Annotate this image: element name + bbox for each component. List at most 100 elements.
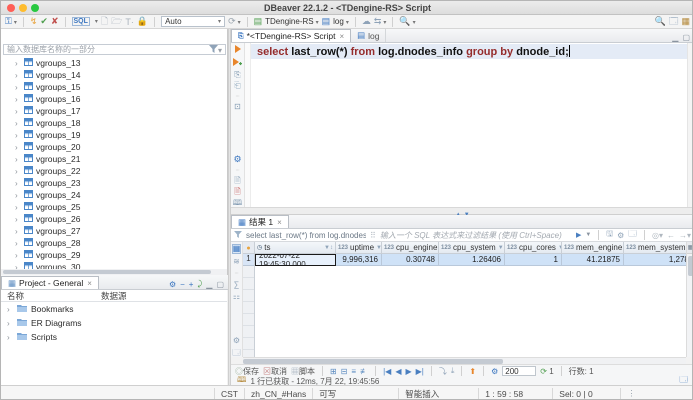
new-script-icon[interactable]: 🗋: [101, 14, 108, 30]
rollback-icon[interactable]: ✘: [51, 16, 59, 27]
lock-icon[interactable]: 🔒: [137, 16, 148, 27]
chevron-right-icon[interactable]: ›: [15, 71, 21, 80]
fetch-page-icon[interactable]: ⤵: [439, 366, 447, 377]
fetch-all-icon[interactable]: ⤓: [451, 366, 455, 376]
tree-item-vgroup[interactable]: › vgroups_22: [1, 165, 227, 177]
query-panel-icon[interactable]: ⊡: [234, 103, 241, 111]
chevron-right-icon[interactable]: ›: [15, 155, 21, 164]
column-filter-sort-icon[interactable]: ▼↕: [498, 245, 505, 251]
metadata-panel-icon[interactable]: ⚙: [233, 337, 240, 345]
close-icon[interactable]: ×: [277, 218, 282, 227]
expand-icon[interactable]: +: [189, 280, 194, 289]
chevron-right-icon[interactable]: ›: [15, 95, 21, 104]
tree-item-vgroup[interactable]: › vgroups_13: [1, 57, 227, 69]
search-icon[interactable]: 🔍▾: [399, 16, 415, 27]
sql-editor-button[interactable]: SQL: [72, 17, 90, 26]
filter-settings-icon[interactable]: ⚙: [617, 231, 624, 240]
column-header[interactable]: 123 mem_system ▼↕: [624, 242, 686, 254]
grid-cell[interactable]: 1,278.23: [624, 254, 686, 266]
save-to-file-icon[interactable]: 🗎: [234, 177, 240, 185]
forward-icon[interactable]: →▾: [679, 231, 691, 240]
value-panel-icon[interactable]: ⚏: [233, 293, 240, 301]
editor-results-sash[interactable]: ▲ ▼: [231, 207, 693, 215]
chevron-right-icon[interactable]: ›: [7, 305, 13, 314]
settings-gear-icon[interactable]: ⚙: [169, 280, 176, 289]
tree-item-vgroup[interactable]: › vgroups_27: [1, 225, 227, 237]
load-from-file-icon[interactable]: 🗎: [234, 188, 240, 196]
refresh-icon[interactable]: ⟳▾: [228, 16, 241, 27]
last-record-icon[interactable]: ▶|: [416, 367, 424, 376]
open-perspective-icon[interactable]: 🗔: [669, 14, 679, 30]
column-config-icon[interactable]: ▦: [687, 242, 693, 254]
column-header[interactable]: 123 uptime ▼↕: [336, 242, 382, 254]
grid-cell[interactable]: 1.26406: [439, 254, 505, 266]
grid-settings-gear-icon[interactable]: ⚙: [491, 367, 498, 376]
chevron-right-icon[interactable]: ›: [15, 167, 21, 176]
tab-log-db[interactable]: ▤ log: [351, 29, 386, 42]
collapse-icon[interactable]: −: [180, 280, 185, 289]
chevron-right-icon[interactable]: ›: [15, 107, 21, 116]
project-tree-item[interactable]: › Bookmarks: [1, 302, 227, 316]
chevron-right-icon[interactable]: ›: [15, 83, 21, 92]
tab-sql-script[interactable]: ⎘ *<TDengine-RS> Script×: [231, 29, 351, 42]
open-script-icon[interactable]: 🗁: [111, 14, 122, 30]
editor-vscrollbar[interactable]: [687, 43, 693, 207]
tree-item-vgroup[interactable]: › vgroups_30: [1, 261, 227, 269]
chevron-right-icon[interactable]: ›: [15, 119, 21, 128]
grid-corner-key-icon[interactable]: ●: [243, 242, 254, 254]
column-filter-sort-icon[interactable]: ▼↕: [324, 245, 333, 251]
commit-ok-icon[interactable]: ✔: [40, 16, 48, 27]
status-caret-position[interactable]: 1 : 59 : 58: [478, 388, 552, 400]
delete-row-icon[interactable]: ≡: [351, 367, 356, 376]
refresh-panel-icon[interactable]: ⤸: [197, 279, 202, 289]
duplicate-row-icon[interactable]: ⊟: [341, 367, 348, 376]
fetch-size-input[interactable]: 200: [502, 366, 536, 376]
maximize-editor-icon[interactable]: ▢: [682, 33, 690, 42]
chevron-right-icon[interactable]: ›: [15, 227, 21, 236]
back-icon[interactable]: ←: [667, 231, 675, 240]
column-header[interactable]: 123 cpu_engine ▼↕: [382, 242, 439, 254]
results-vscrollbar[interactable]: ▦: [686, 242, 693, 357]
project-tree-item[interactable]: › Scripts: [1, 330, 227, 344]
tree-item-vgroup[interactable]: › vgroups_18: [1, 117, 227, 129]
close-icon[interactable]: ×: [87, 279, 92, 288]
tree-item-vgroup[interactable]: › vgroups_26: [1, 213, 227, 225]
execute-statement-icon[interactable]: [234, 45, 242, 55]
minimize-panel-icon[interactable]: ▁: [206, 280, 212, 289]
maximize-panel-icon[interactable]: ▢: [216, 280, 224, 289]
sync-icon[interactable]: ⇆▾: [374, 16, 387, 27]
column-datasource[interactable]: 数据源: [101, 290, 127, 302]
close-icon[interactable]: ×: [339, 32, 344, 41]
column-name[interactable]: 名称: [1, 290, 101, 302]
filter-save-icon[interactable]: 🖫: [606, 228, 613, 242]
column-header[interactable]: ◷ ts ▼↕: [255, 242, 336, 254]
calc-panel-icon[interactable]: ∑: [234, 281, 240, 289]
chevron-right-icon[interactable]: ›: [7, 333, 13, 342]
chevron-right-icon[interactable]: ›: [15, 239, 21, 248]
chevron-right-icon[interactable]: ›: [15, 59, 21, 68]
minimize-editor-icon[interactable]: ▁: [672, 33, 678, 42]
results-filter-input[interactable]: 输入一个 SQL 表达式来过滤结果 (使用 Ctrl+Space): [380, 230, 572, 241]
chevron-right-icon[interactable]: ›: [7, 319, 13, 328]
tree-item-vgroup[interactable]: › vgroups_25: [1, 201, 227, 213]
tree-item-vgroup[interactable]: › vgroups_24: [1, 189, 227, 201]
export-data-icon[interactable]: ⬆: [469, 367, 476, 376]
prev-record-icon[interactable]: ◀: [395, 367, 401, 376]
filter-history-icon[interactable]: ▼: [585, 232, 591, 238]
tab-project-general[interactable]: ▦ Project - General×: [1, 276, 99, 289]
execute-script-icon[interactable]: ⎘: [234, 71, 240, 79]
explain-plan-icon[interactable]: ⎗: [234, 82, 240, 90]
status-insert-mode[interactable]: 智能插入: [398, 388, 478, 400]
tree-item-vgroup[interactable]: › vgroups_29: [1, 249, 227, 261]
next-record-icon[interactable]: ▶: [405, 367, 411, 376]
first-record-icon[interactable]: |◀: [383, 367, 391, 376]
grid-cell[interactable]: 41.21875: [562, 254, 624, 266]
new-connection-icon[interactable]: ⚿▾: [5, 16, 17, 27]
tab-result-1[interactable]: ▦ 结果 1×: [231, 215, 289, 228]
tree-item-vgroup[interactable]: › vgroups_20: [1, 141, 227, 153]
chevron-right-icon[interactable]: ›: [15, 215, 21, 224]
editor-settings-gear-icon[interactable]: ⚙: [233, 155, 241, 164]
sql-editor[interactable]: [231, 43, 693, 207]
chevron-right-icon[interactable]: ›: [15, 191, 21, 200]
tree-item-vgroup[interactable]: › vgroups_14: [1, 69, 227, 81]
